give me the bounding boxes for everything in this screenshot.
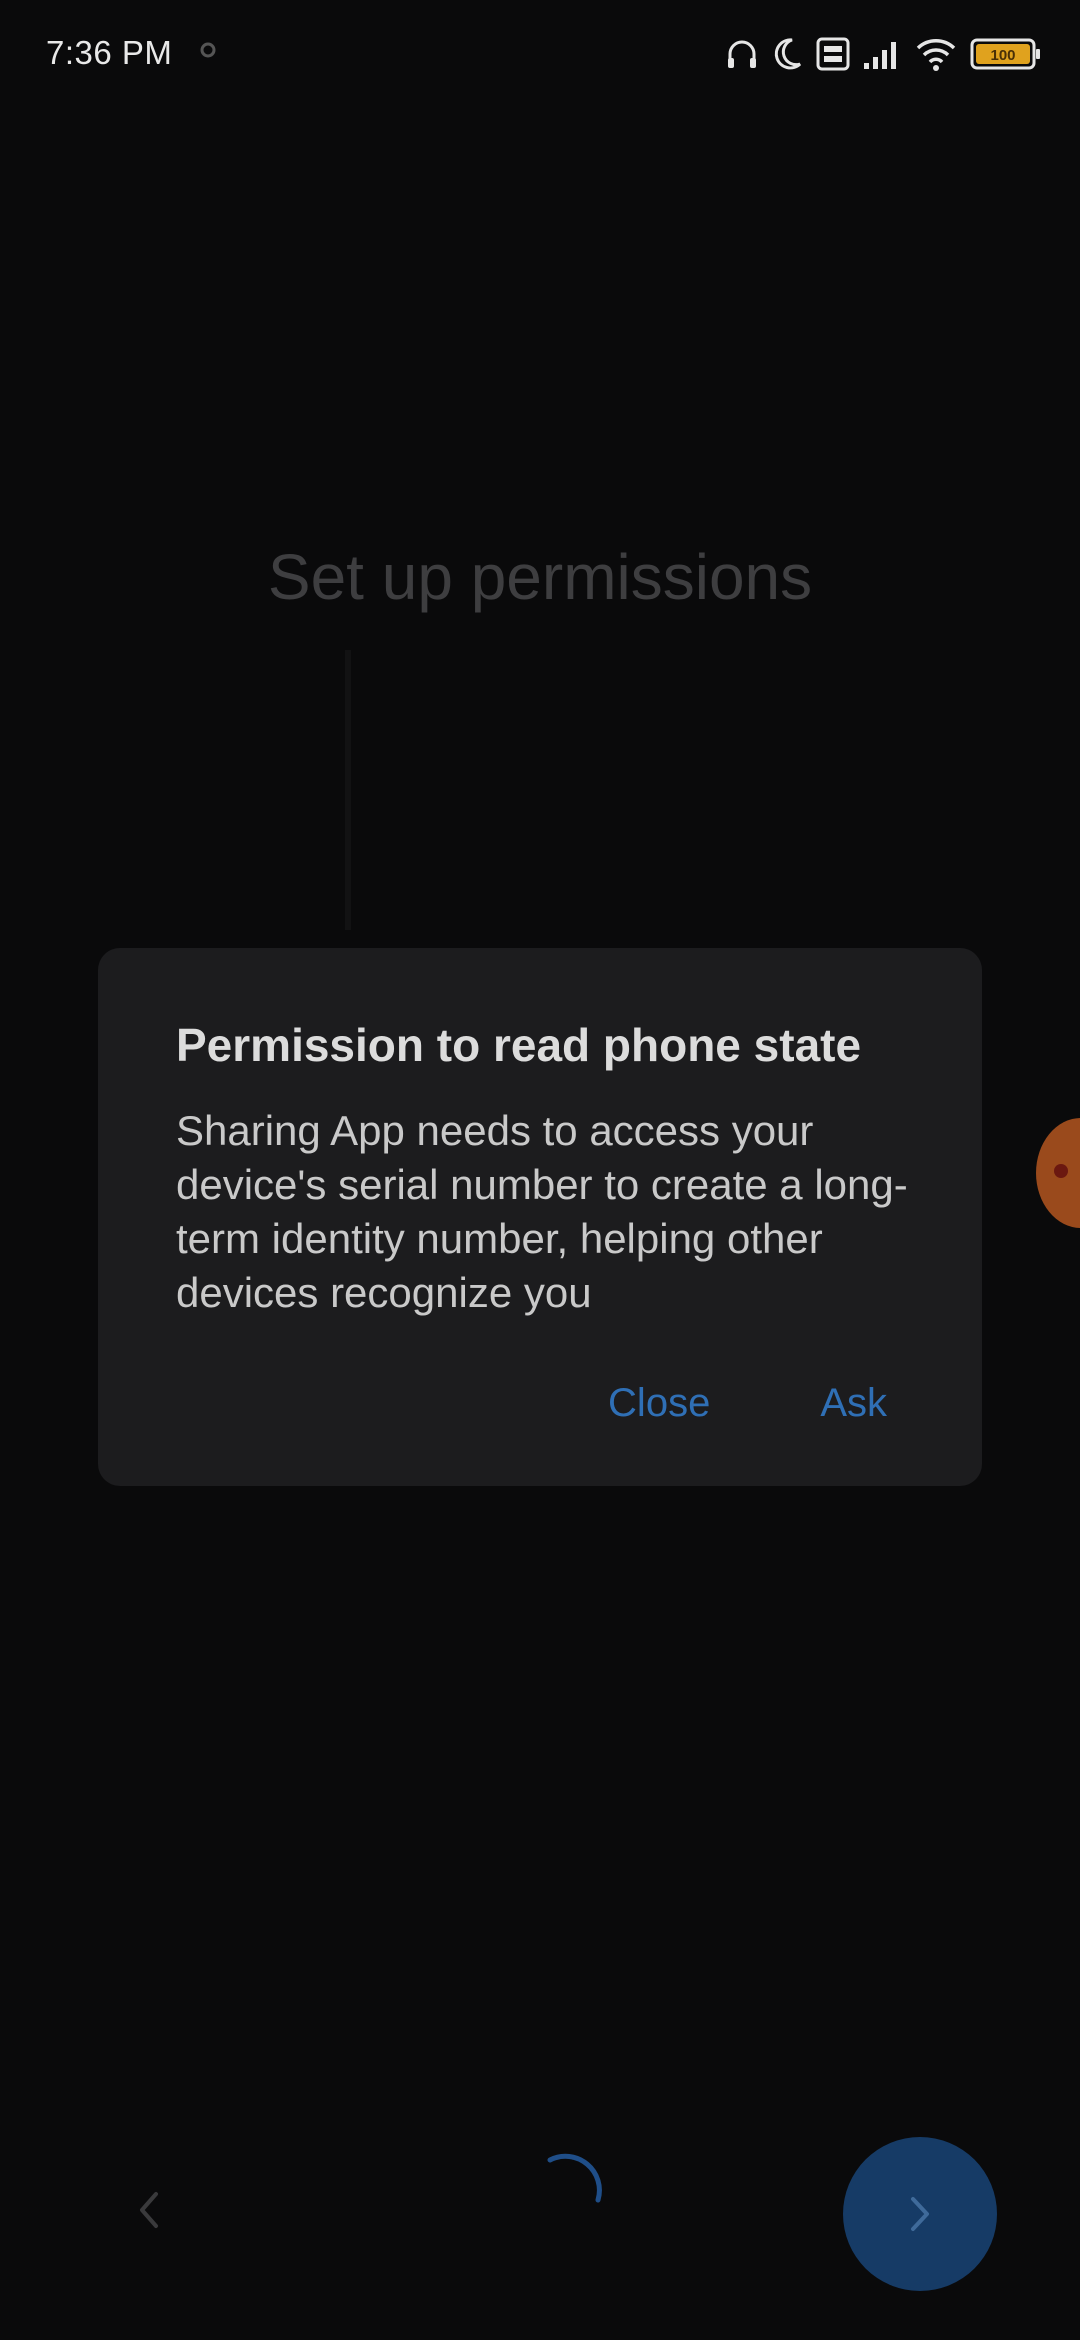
floating-assistant-bubble[interactable] <box>1036 1118 1080 1228</box>
dialog-actions: Close Ask <box>608 1381 887 1426</box>
wifi-icon <box>916 39 956 71</box>
screen: 7:36 PM 100 Set up permissions Permissio… <box>0 0 1080 2340</box>
next-button[interactable] <box>843 2137 997 2291</box>
moon-icon <box>774 38 802 70</box>
close-button[interactable]: Close <box>608 1381 710 1426</box>
battery-level: 100 <box>990 47 1015 64</box>
headphones-icon <box>728 40 756 68</box>
signal-icon <box>864 42 896 69</box>
bubble-dot <box>1054 1164 1068 1178</box>
volte-icon <box>816 37 850 71</box>
ask-button[interactable]: Ask <box>820 1381 887 1426</box>
permission-dialog: Permission to read phone state Sharing A… <box>98 948 982 1486</box>
dialog-message: Sharing App needs to access your device'… <box>176 1107 908 1316</box>
status-icons: 100 <box>724 34 1042 74</box>
status-time: 7:36 PM <box>46 34 173 71</box>
dialog-title: Permission to read phone state <box>176 1019 862 1071</box>
status-bar: 7:36 PM 100 <box>0 0 1080 110</box>
background-divider <box>345 650 351 930</box>
chevron-left-icon[interactable] <box>128 2180 168 2240</box>
loading-spinner-icon <box>547 2153 602 2203</box>
battery-icon: 100 <box>970 38 1040 70</box>
settings-notification-icon <box>200 42 216 58</box>
chevron-right-icon <box>911 2197 929 2231</box>
page-title: Set up permissions <box>267 541 813 613</box>
